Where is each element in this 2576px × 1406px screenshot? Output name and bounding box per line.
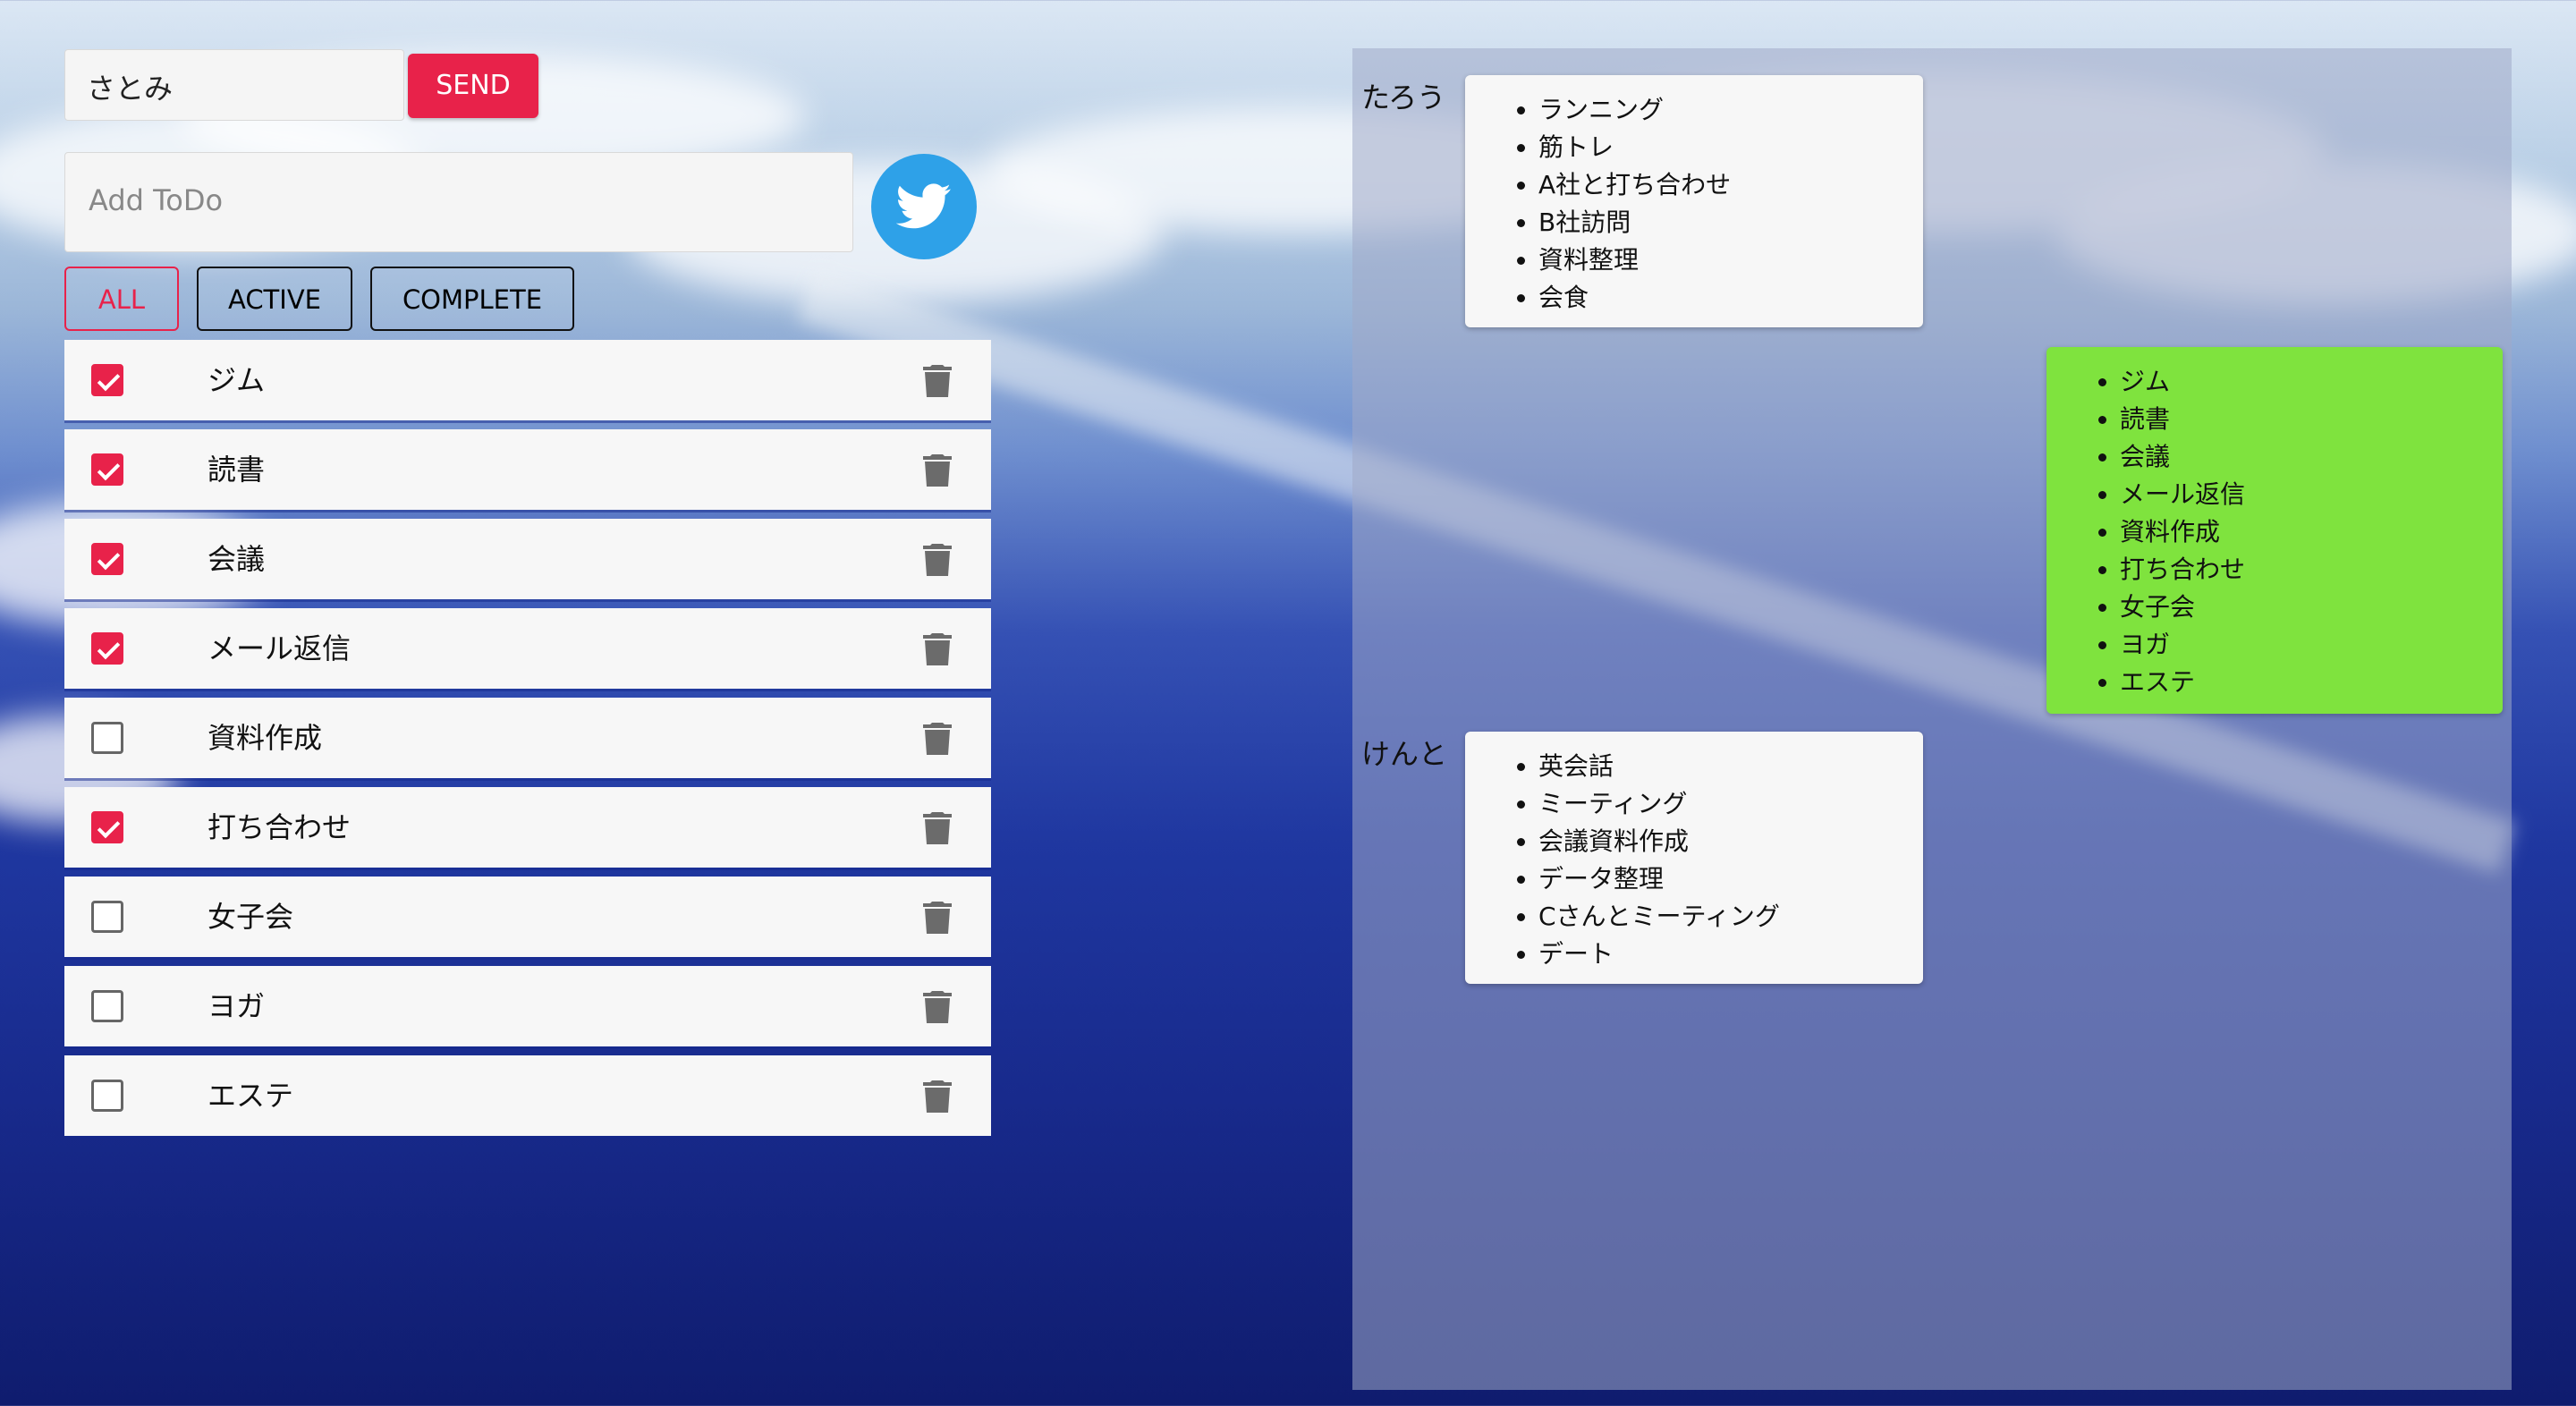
- add-todo-input[interactable]: Add ToDo: [64, 152, 853, 252]
- trash-icon[interactable]: [923, 723, 952, 755]
- twitter-bird-icon: [896, 183, 951, 229]
- todo-item[interactable]: 資料作成: [64, 698, 991, 778]
- user-todo-item: 会議: [2120, 438, 2503, 476]
- user-todo-item: エステ: [2120, 664, 2503, 701]
- trash-icon[interactable]: [923, 633, 952, 665]
- todo-text: 打ち合わせ: [208, 810, 352, 844]
- todo-item[interactable]: ヨガ: [64, 966, 991, 1046]
- todo-text: 資料作成: [208, 721, 323, 755]
- trash-icon[interactable]: [923, 544, 952, 576]
- user-todo-item: 打ち合わせ: [2120, 551, 2503, 589]
- user-todo-item: B社訪問: [1538, 204, 1923, 241]
- todo-text: ジム: [208, 363, 266, 397]
- user-todo-list: ランニング筋トレA社と打ち合わせB社訪問資料整理会食: [1465, 75, 1923, 317]
- filter-all-button[interactable]: ALL: [64, 267, 179, 331]
- trash-icon[interactable]: [923, 812, 952, 844]
- todo-checkbox[interactable]: [91, 364, 123, 396]
- user-todo-item: 読書: [2120, 401, 2503, 438]
- todo-item[interactable]: ジム: [64, 340, 991, 420]
- todo-text: 読書: [208, 453, 266, 487]
- trash-icon[interactable]: [923, 365, 952, 397]
- todo-checkbox[interactable]: [91, 722, 123, 754]
- todo-text: 女子会: [208, 900, 294, 934]
- user-card-current: ジム読書会議メール返信資料作成打ち合わせ女子会ヨガエステ: [2046, 347, 2503, 714]
- trash-icon[interactable]: [923, 991, 952, 1023]
- user-todo-list: 英会話ミーティング会議資料作成データ整理Cさんとミーティングデート: [1465, 732, 1923, 973]
- trash-icon[interactable]: [923, 1080, 952, 1113]
- user-todo-list: ジム読書会議メール返信資料作成打ち合わせ女子会ヨガエステ: [2046, 347, 2503, 701]
- user-todo-item: データ整理: [1538, 860, 1923, 898]
- todo-checkbox[interactable]: [91, 632, 123, 665]
- user-todo-item: 会議資料作成: [1538, 823, 1923, 860]
- user-todo-item: ヨガ: [2120, 626, 2503, 664]
- user-todo-item: ジム: [2120, 363, 2503, 401]
- user-todo-item: 資料整理: [1538, 241, 1923, 279]
- todo-item[interactable]: メール返信: [64, 608, 991, 689]
- user-todo-item: メール返信: [2120, 476, 2503, 513]
- name-input[interactable]: さとみ: [64, 49, 404, 121]
- filter-complete-button[interactable]: COMPLETE: [370, 267, 574, 331]
- user-todo-item: 資料作成: [2120, 513, 2503, 551]
- shared-todo-panel: たろう ランニング筋トレA社と打ち合わせB社訪問資料整理会食 ジム読書会議メール…: [1352, 48, 2512, 1390]
- user-card-taro: ランニング筋トレA社と打ち合わせB社訪問資料整理会食: [1465, 75, 1923, 327]
- trash-icon[interactable]: [923, 902, 952, 934]
- user-todo-item: ランニング: [1538, 91, 1923, 129]
- user-todo-item: 女子会: [2120, 589, 2503, 626]
- user-todo-item: ミーティング: [1538, 785, 1923, 823]
- user-todo-item: 英会話: [1538, 748, 1923, 785]
- user-todo-item: 筋トレ: [1538, 129, 1923, 166]
- todo-item[interactable]: 打ち合わせ: [64, 787, 991, 868]
- todo-checkbox[interactable]: [91, 990, 123, 1022]
- user-todo-item: A社と打ち合わせ: [1538, 166, 1923, 204]
- todo-text: ヨガ: [208, 989, 266, 1023]
- todo-item[interactable]: 会議: [64, 519, 991, 599]
- trash-icon[interactable]: [923, 454, 952, 487]
- todo-item[interactable]: 女子会: [64, 877, 991, 957]
- todo-text: 会議: [208, 542, 266, 576]
- todo-checkbox[interactable]: [91, 453, 123, 486]
- user-name-taro: たろう: [1361, 80, 1446, 114]
- todo-checkbox[interactable]: [91, 543, 123, 575]
- todo-text: エステ: [208, 1079, 294, 1113]
- user-card-kento: 英会話ミーティング会議資料作成データ整理Cさんとミーティングデート: [1465, 732, 1923, 984]
- filter-active-button[interactable]: ACTIVE: [197, 267, 352, 331]
- user-name-kento: けんと: [1361, 737, 1448, 771]
- user-todo-item: 会食: [1538, 279, 1923, 317]
- todo-item[interactable]: 読書: [64, 429, 991, 510]
- user-todo-item: Cさんとミーティング: [1538, 898, 1923, 936]
- todo-checkbox[interactable]: [91, 901, 123, 933]
- twitter-button[interactable]: [871, 154, 977, 259]
- send-button[interactable]: SEND: [408, 54, 538, 118]
- todo-item[interactable]: エステ: [64, 1055, 991, 1136]
- user-todo-item: デート: [1538, 936, 1923, 973]
- todo-checkbox[interactable]: [91, 1080, 123, 1112]
- todo-checkbox[interactable]: [91, 811, 123, 843]
- todo-text: メール返信: [208, 631, 352, 665]
